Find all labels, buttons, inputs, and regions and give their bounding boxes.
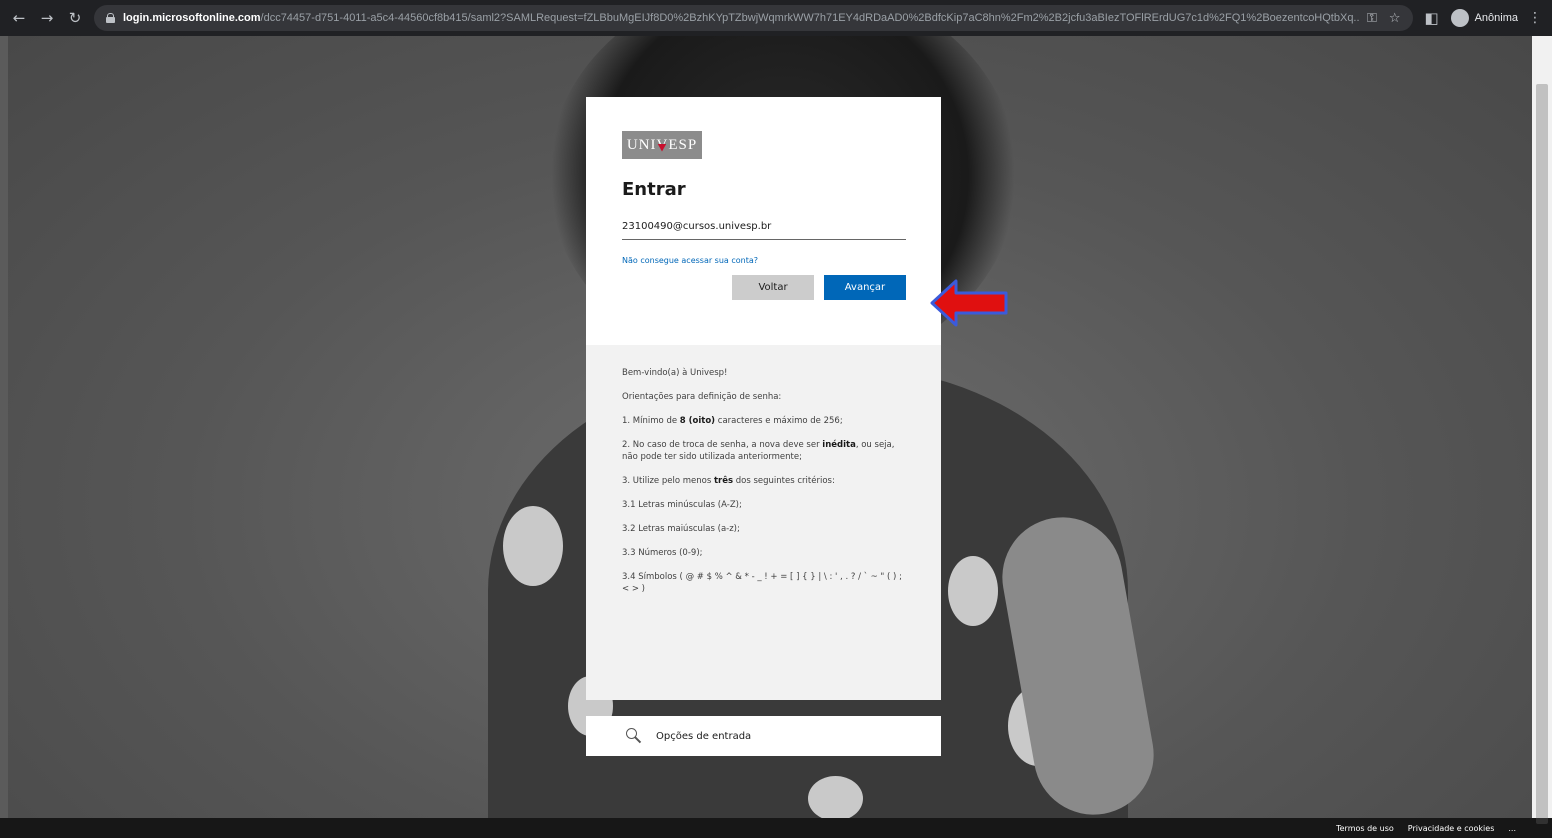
rule-1-pre: 1. Mínimo de [622,416,680,426]
rule-3-1: 3.1 Letras minúsculas (A-Z); [622,500,742,510]
forward-arrow-icon[interactable]: → [38,9,56,27]
email-field[interactable] [622,214,906,240]
welcome-text: Bem-vindo(a) à Univesp! [622,368,728,378]
incognito-avatar-icon [1450,9,1469,27]
rule-3-4: 3.4 Símbolos ( @ # $ % ^ & * - _ ! + = [… [622,572,902,594]
rule-1-bold: 8 (oito) [679,416,716,426]
back-arrow-icon[interactable]: ← [10,9,28,27]
rule-2-bold: inédita [822,440,856,450]
rule-3-2: 3.2 Letras maiúsculas (a-z); [622,524,740,534]
cant-access-account-link[interactable]: Não consegue acessar sua conta? [622,256,905,265]
scrollbar-thumb[interactable] [1536,84,1548,824]
page-footer: Termos de uso Privacidade e cookies ... [0,818,1552,838]
guidelines-heading: Orientações para definição de senha: [622,392,782,402]
browser-menu-icon[interactable]: ⋮ [1528,10,1542,26]
browser-toolbar: ← → ↻ login.microsoftonline.com/dcc74457… [0,0,1552,36]
univesp-logo: UNI V ESP [622,131,702,159]
scrollbar[interactable] [1532,36,1552,824]
rule-3-pre: 3. Utilize pelo menos [622,476,714,486]
button-row: Voltar Avançar [622,275,906,300]
logo-text-v: V [656,136,669,153]
page-title: Entrar [622,179,686,200]
incognito-key-icon[interactable]: ⚿ [1367,11,1377,26]
bookmark-star-icon[interactable]: ☆ [1389,11,1401,26]
logo-text-left: UNI [626,136,657,153]
back-button[interactable]: Voltar [732,275,814,300]
rule-2-pre: 2. No caso de troca de senha, a nova dev… [622,440,823,450]
more-options-link[interactable]: ... [1508,824,1516,833]
privacy-link[interactable]: Privacidade e cookies [1408,824,1495,833]
next-button[interactable]: Avançar [824,275,906,300]
rule-1-post: caracteres e máximo de 256; [715,416,843,426]
profile-button[interactable]: Anônima [1450,9,1518,27]
background-polka-dot [808,776,863,818]
background-polka-dot [503,506,563,586]
url-host: login.microsoftonline.com [123,12,261,24]
rule-3-bold: três [713,476,734,486]
logo-text-right: ESP [668,136,698,153]
rule-3: 3. Utilize pelo menos três dos seguintes… [622,475,905,487]
address-bar-actions: ⚿ ☆ [1367,11,1401,26]
profile-name: Anônima [1474,12,1518,24]
lock-icon[interactable] [106,13,115,23]
reload-icon[interactable]: ↻ [66,9,84,27]
key-icon [626,728,642,744]
rule-3-post: dos seguintes critérios: [733,476,835,486]
rule-1: 1. Mínimo de 8 (oito) caracteres e máxim… [622,415,905,427]
red-arrow-annotation-icon [930,279,1008,327]
login-card: UNIVESP Entrar Não consegue acessar sua … [586,97,941,345]
terms-link[interactable]: Termos de uso [1336,824,1394,833]
url-path: /dcc74457-d751-4011-a5c4-44560cf8b415/sa… [260,12,1360,24]
url-text: login.microsoftonline.com/dcc74457-d751-… [123,12,1359,24]
background-polka-dot [948,556,998,626]
rule-2: 2. No caso de troca de senha, a nova dev… [622,439,905,463]
sign-in-options-button[interactable]: Opções de entrada [586,716,941,756]
address-bar[interactable]: login.microsoftonline.com/dcc74457-d751-… [94,5,1413,31]
sign-in-options-label: Opções de entrada [656,730,752,742]
side-panel-icon[interactable]: ◧ [1423,9,1441,27]
password-guidelines-panel: Bem-vindo(a) à Univesp! Orientações para… [586,345,941,700]
rule-3-3: 3.3 Números (0-9); [622,548,703,558]
